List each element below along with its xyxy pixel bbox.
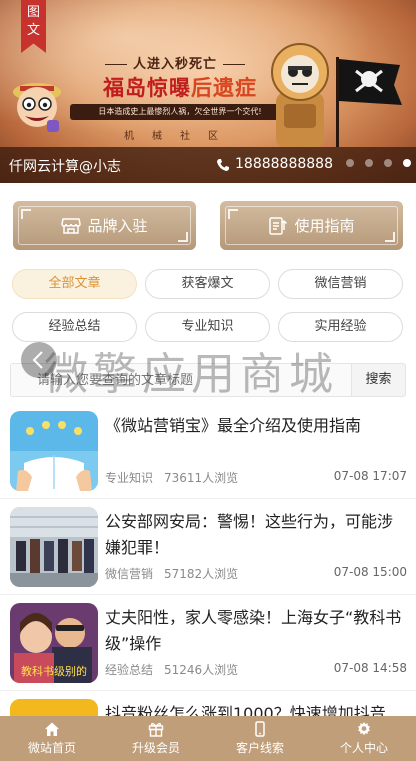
carousel-dot[interactable] xyxy=(365,159,373,167)
nav-home[interactable]: 微站首页 xyxy=(0,716,104,761)
article-category: 经验总结 xyxy=(105,663,154,677)
nav-customer-leads[interactable]: 客户线索 xyxy=(208,716,312,761)
skeleton-astronaut-image xyxy=(271,43,329,148)
article-thumbnail: 教科书级别的 xyxy=(10,603,98,683)
thumbnail-caption: 教科书级别的 xyxy=(21,664,87,678)
banner-carousel[interactable]: 图文 人进入秒死亡 福岛惊曝后遗症 日本造成史上最惨烈人祸，欠全世界一个交代! … xyxy=(0,0,416,183)
bottom-navigation: 微站首页 升级会员 客户线索 个人中心 xyxy=(0,716,416,761)
article-date: 07-08 14:58 xyxy=(333,661,407,675)
article-thumbnail xyxy=(10,411,98,491)
carousel-dot[interactable] xyxy=(346,159,354,167)
nav-leads-label: 客户线索 xyxy=(235,741,284,755)
article-title: 公安部网安局：警惕！这些行为，可能涉嫌犯罪！ xyxy=(105,512,394,557)
banner-subheadline: 日本造成史上最惨烈人祸，欠全世界一个交代! xyxy=(70,104,290,120)
article-thumbnail xyxy=(10,507,98,587)
brand-join-button[interactable]: 品牌入驻 xyxy=(13,201,196,250)
article-item[interactable]: 教科书级别的 丈夫阳性，家人零感染！上海女子“教科书级”操作 经验总结 5124… xyxy=(0,595,416,691)
chevron-left-icon xyxy=(32,351,43,369)
article-category: 微信营销 xyxy=(105,567,154,581)
carousel-dot[interactable] xyxy=(384,159,392,167)
banner-headline-small: 人进入秒死亡 xyxy=(70,53,280,72)
nav-upgrade-label: 升级会员 xyxy=(131,741,180,755)
brand-join-label: 品牌入驻 xyxy=(87,217,148,235)
article-title: 丈夫阳性，家人零感染！上海女子“教科书级”操作 xyxy=(105,608,402,653)
carousel-dot-active[interactable] xyxy=(403,159,411,167)
nav-personal-center[interactable]: 个人中心 xyxy=(312,716,416,761)
article-views: 57182人浏览 xyxy=(164,567,239,581)
pirate-flag-image xyxy=(336,57,402,147)
tab-all-articles[interactable]: 全部文章 xyxy=(12,269,137,299)
nav-personal-label: 个人中心 xyxy=(339,741,388,755)
article-date: 07-08 15:00 xyxy=(333,565,407,579)
back-button[interactable] xyxy=(21,342,57,378)
search-button[interactable]: 搜索 xyxy=(351,363,406,397)
tab-experience-summary[interactable]: 经验总结 xyxy=(12,312,137,342)
contact-phone[interactable]: 18888888888 xyxy=(235,156,333,172)
user-guide-button[interactable]: 使用指南 xyxy=(220,201,403,250)
user-guide-label: 使用指南 xyxy=(294,217,355,235)
article-views: 51246人浏览 xyxy=(164,663,239,677)
banner-info-bar: 仟网云计算@小志 18888888888 xyxy=(0,147,416,183)
phone-icon xyxy=(255,721,265,737)
nav-home-label: 微站首页 xyxy=(27,741,76,755)
gift-icon xyxy=(148,722,164,737)
banner-headline: 福岛惊曝后遗症 xyxy=(70,72,290,102)
tab-lead-articles[interactable]: 获客爆文 xyxy=(145,269,270,299)
banner-headline-part-a: 福岛惊曝 xyxy=(103,76,191,100)
store-icon xyxy=(61,217,82,234)
cartoon-character-image xyxy=(13,83,61,132)
ribbon-label: 图文 xyxy=(26,5,40,38)
page: 图文 人进入秒死亡 福岛惊曝后遗症 日本造成史上最惨烈人祸，欠全世界一个交代! … xyxy=(0,0,416,761)
article-item[interactable]: 《微站营销宝》最全介绍及使用指南 专业知识 73611人浏览 07-08 17:… xyxy=(0,403,416,499)
tab-professional-knowledge[interactable]: 专业知识 xyxy=(145,312,270,342)
article-title: 《微站营销宝》最全介绍及使用指南 xyxy=(105,416,362,435)
guide-icon xyxy=(269,216,288,235)
article-item[interactable]: 公安部网安局：警惕！这些行为，可能涉嫌犯罪！ 微信营销 57182人浏览 07-… xyxy=(0,499,416,595)
phone-icon xyxy=(217,159,229,171)
gear-icon xyxy=(358,722,370,736)
account-name: 仟网云计算@小志 xyxy=(9,159,121,175)
tab-wechat-marketing[interactable]: 微信营销 xyxy=(278,269,403,299)
nav-upgrade-member[interactable]: 升级会员 xyxy=(104,716,208,761)
search-input[interactable] xyxy=(10,363,351,397)
tab-practical-experience[interactable]: 实用经验 xyxy=(278,312,403,342)
article-date: 07-08 17:07 xyxy=(333,469,407,483)
home-icon xyxy=(45,722,59,736)
banner-caption: 机械社区 xyxy=(124,131,236,142)
article-views: 73611人浏览 xyxy=(164,471,239,485)
article-category: 专业知识 xyxy=(105,471,154,485)
banner-headline-part-b: 后遗症 xyxy=(191,76,257,100)
